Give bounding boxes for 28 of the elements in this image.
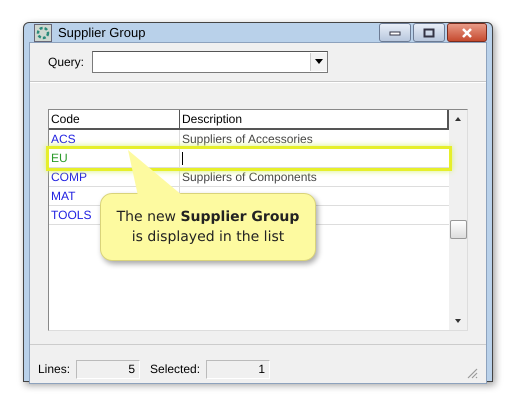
table-cell-text: ACS: [51, 131, 76, 148]
table-cell-text: MAT: [51, 188, 76, 205]
maximize-button[interactable]: [413, 23, 445, 42]
minimize-button[interactable]: [379, 23, 411, 42]
maximize-icon: [423, 28, 435, 38]
selected-label: Selected:: [150, 362, 200, 376]
scroll-thumb[interactable]: [450, 220, 466, 238]
app-icon: [34, 24, 52, 42]
lines-label: Lines:: [38, 362, 70, 376]
query-label: Query:: [48, 55, 84, 69]
text-cursor: [182, 152, 183, 164]
table-cell-text: EU: [51, 150, 68, 167]
close-button[interactable]: [447, 23, 487, 42]
window-title: Supplier Group: [58, 25, 146, 40]
close-icon: [461, 28, 473, 38]
table-row[interactable]: EU: [49, 149, 449, 168]
table-cell-text: COMP: [51, 169, 87, 186]
lines-count: 5: [76, 360, 140, 378]
table-cell-text: Suppliers of Components: [182, 169, 317, 186]
table-cell-text: Suppliers of Accessories: [182, 131, 313, 148]
query-dropdown[interactable]: [92, 51, 328, 73]
resize-grip-icon[interactable]: [466, 367, 478, 379]
callout-text: The new Supplier Group is displayed in the list: [116, 208, 300, 247]
vertical-scrollbar[interactable]: [449, 110, 467, 330]
column-header[interactable]: Code: [49, 110, 180, 128]
table-cell-text: TOOLS: [51, 207, 92, 224]
selected-count: 1: [206, 360, 270, 378]
minimize-icon: [389, 30, 401, 36]
